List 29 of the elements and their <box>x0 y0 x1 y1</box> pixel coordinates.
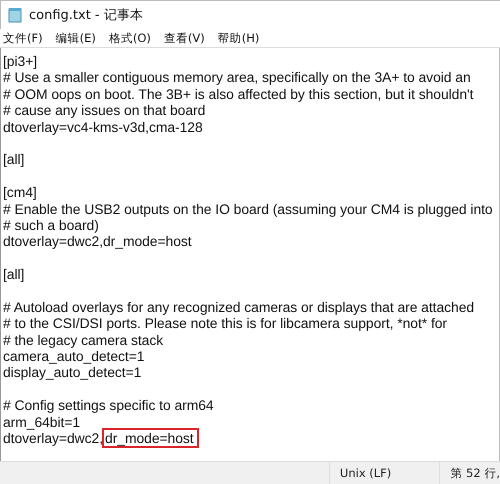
text-line: # Use a smaller contiguous memory area, specifically on the 3A+ to avoid an <box>3 69 472 86</box>
line-ending-label: Unix (LF) <box>330 462 440 484</box>
text-line: # Enable the USB2 outputs on the IO board (assuming your CM4 is plugged into <box>3 200 494 217</box>
text-line: # OOM oops on boot. The 3B+ is also affected by this section, but it shouldn't <box>3 86 474 102</box>
menu-item[interactable]: 帮助(H) <box>218 30 260 46</box>
highlight-box: dr_mode=host <box>102 428 199 448</box>
text-line: [cm4] <box>3 184 38 201</box>
text-line: camera_auto_detect=1 <box>3 348 146 364</box>
menu-item[interactable]: 格式(O) <box>108 30 151 46</box>
cursor-position: 第 52 行, <box>449 464 500 482</box>
text-line: # Config settings specific to arm64 <box>3 397 215 414</box>
text-line: arm_64bit=1 <box>3 414 82 430</box>
text-line: [pi3+] <box>3 53 38 70</box>
text-line: display_auto_detect=1 <box>3 364 142 381</box>
text-line: dtoverlay=dwc2,dr_mode=host <box>3 430 499 446</box>
text-line: [all] <box>3 151 26 168</box>
text-line: # Autoload overlays for any recognized cameras or displays that are attached <box>3 298 476 316</box>
text-line: # cause any issues on that board <box>3 102 206 119</box>
menu-item[interactable]: 文件(F) <box>3 30 43 46</box>
text-line: # to the CSI/DSI ports. Please note this is for libcamera support, *not* for <box>3 315 448 332</box>
text-line: dtoverlay=vc4-kms-v3d,cma-128 <box>3 118 204 135</box>
menu-item[interactable]: 查看(V) <box>164 30 205 46</box>
text-line: dtoverlay=dwc2,dr_mode=host <box>3 233 193 250</box>
notepad-icon <box>8 7 22 23</box>
menu-item[interactable]: 编辑(E) <box>56 30 96 46</box>
window-title: config.txt - 记事本 <box>29 7 143 24</box>
text-line: # such a board) <box>3 216 100 234</box>
text-line: [all] <box>3 266 26 282</box>
text-line: # the legacy camera stack <box>3 332 164 348</box>
